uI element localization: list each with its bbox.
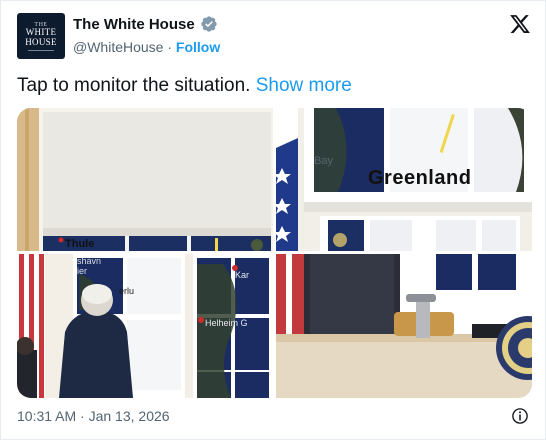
map-label-bay: Bay xyxy=(314,155,333,167)
handle[interactable]: @WhiteHouse xyxy=(73,39,163,55)
map-label-kar: Kar xyxy=(235,270,250,280)
map-label-shavn: shavn xyxy=(77,256,102,266)
media-image-4-graphic xyxy=(276,254,532,398)
media-grid: Thule Bay Greenland shavn ier Kar erlu H… xyxy=(17,108,532,398)
handle-row: @WhiteHouse · Follow xyxy=(73,39,220,55)
verified-badge-icon xyxy=(200,16,217,32)
author-name-row: The White House xyxy=(73,15,218,33)
separator: · xyxy=(167,39,173,55)
avatar[interactable]: THE WHITE HOUSE xyxy=(17,13,65,59)
media-image-2[interactable]: Bay Greenland xyxy=(276,108,532,251)
tweet-text-row: Tap to monitor the situation. Show more xyxy=(17,75,352,97)
avatar-text-line-2: WHITE xyxy=(25,26,57,37)
follow-button[interactable]: Follow xyxy=(176,39,220,55)
show-more-link[interactable]: Show more xyxy=(256,75,352,96)
media-image-1-graphic xyxy=(17,108,273,251)
avatar-divider xyxy=(28,49,54,51)
info-icon[interactable] xyxy=(511,407,529,425)
map-label-thule: Thule xyxy=(65,238,95,250)
tweet-timestamp[interactable]: 10:31 AM · Jan 13, 2026 xyxy=(17,408,170,424)
map-label-erlu: erlu xyxy=(119,286,135,296)
map-label-helheim: Helheim G xyxy=(205,318,248,328)
tweet-text: Tap to monitor the situation. xyxy=(17,75,251,96)
tweet-card: THE WHITE HOUSE The White House @WhiteHo… xyxy=(0,0,546,440)
map-label-greenland: Greenland xyxy=(368,167,472,189)
avatar-text-line-3: HOUSE xyxy=(25,36,57,47)
media-image-3[interactable]: shavn ier Kar erlu Helheim G xyxy=(17,254,273,398)
media-image-4[interactable] xyxy=(276,254,532,398)
map-label-ier: ier xyxy=(77,266,88,276)
display-name[interactable]: The White House xyxy=(73,16,195,33)
media-image-1[interactable]: Thule xyxy=(17,108,273,251)
avatar-text-line-1: THE xyxy=(34,21,48,28)
x-logo-icon[interactable] xyxy=(509,13,531,35)
